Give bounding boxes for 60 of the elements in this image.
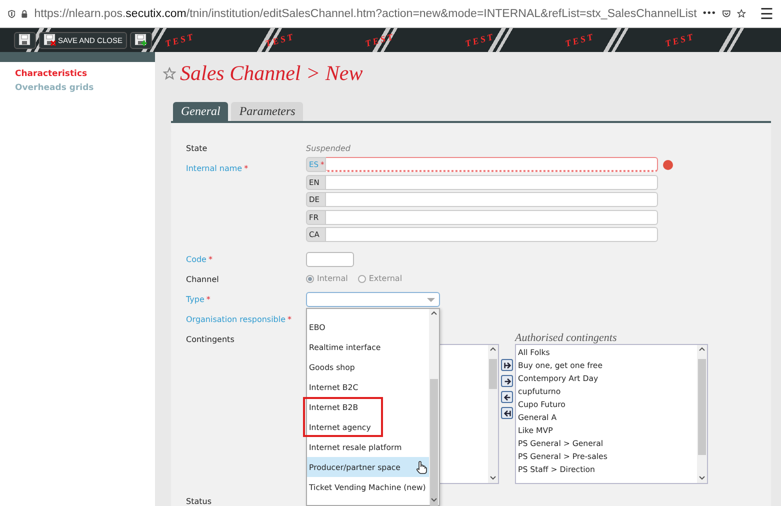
scroll-down-icon[interactable] <box>431 498 437 502</box>
remove-all-button[interactable] <box>501 407 513 419</box>
save-and-new-button[interactable] <box>130 32 152 48</box>
add-all-button[interactable] <box>501 359 513 371</box>
translation-field[interactable] <box>326 174 658 190</box>
sidebar-item[interactable]: Characteristics <box>0 67 155 81</box>
field-label: Internal name * <box>186 163 250 175</box>
save-close-icon <box>44 34 56 46</box>
field-label: Contingents <box>186 334 236 346</box>
field-label: Channel <box>186 274 220 286</box>
star-icon[interactable] <box>737 7 746 20</box>
environment-label: TEST <box>664 31 696 49</box>
environment-label: TEST <box>464 31 496 49</box>
scroll-up-icon[interactable] <box>699 347 705 351</box>
scrollbar-thumb[interactable] <box>430 379 438 506</box>
pocket-icon[interactable] <box>722 8 732 20</box>
environment-label: TEST <box>364 31 396 49</box>
hand-cursor-icon <box>416 461 427 474</box>
scroll-down-icon[interactable] <box>699 476 705 480</box>
favorite-star-icon[interactable] <box>163 66 176 80</box>
tab[interactable]: General <box>173 102 228 121</box>
scrollbar-thumb[interactable] <box>489 359 497 389</box>
field-label: Organisation responsible * <box>186 314 293 326</box>
translation-field[interactable] <box>326 227 658 242</box>
scrollbar[interactable] <box>488 345 498 483</box>
more-actions-button[interactable]: ••• <box>702 8 716 19</box>
page-title: Sales Channel > New <box>180 60 363 86</box>
field-label: Code * <box>186 254 214 266</box>
add-button[interactable] <box>501 375 513 387</box>
environment-label: TEST <box>264 31 296 49</box>
translation-field[interactable] <box>326 157 658 172</box>
save-icon <box>19 34 31 46</box>
save-button[interactable] <box>14 32 36 48</box>
field-label: State <box>186 143 208 155</box>
radio-button[interactable] <box>306 274 314 282</box>
scroll-up-icon[interactable] <box>490 347 496 351</box>
lock-icon <box>21 8 28 20</box>
radio-label: Internal <box>317 274 348 283</box>
scroll-down-icon[interactable] <box>490 476 496 480</box>
scrollbar[interactable] <box>429 309 439 505</box>
address-bar[interactable]: https://nlearn.pos.secutix.com/tnin/institution/editSalesChannel.htm?action=new&mode=INTERNAL&refList=stx_SalesChannelList <box>34 8 697 20</box>
state-value: Suspended <box>306 143 350 153</box>
environment-label: TEST <box>564 31 596 49</box>
field-label: Type * <box>186 294 212 306</box>
translation-field[interactable] <box>326 192 658 207</box>
field-label: Status <box>186 496 212 506</box>
tab[interactable]: Parameters <box>231 102 304 121</box>
scroll-up-icon[interactable] <box>431 311 437 315</box>
radio-button[interactable] <box>358 274 366 282</box>
menu-button[interactable]: ☰ <box>760 4 773 22</box>
scrollbar-thumb[interactable] <box>698 359 706 455</box>
translation-field[interactable] <box>326 210 658 224</box>
list-heading: Authorised contingents <box>515 332 618 344</box>
code-field[interactable] <box>306 252 354 267</box>
radio-label: External <box>368 274 402 283</box>
save-new-icon <box>135 34 148 46</box>
environment-label: TEST <box>164 31 196 49</box>
shield-icon <box>8 8 16 20</box>
scrollbar[interactable] <box>697 345 707 483</box>
remove-button[interactable] <box>501 391 513 403</box>
